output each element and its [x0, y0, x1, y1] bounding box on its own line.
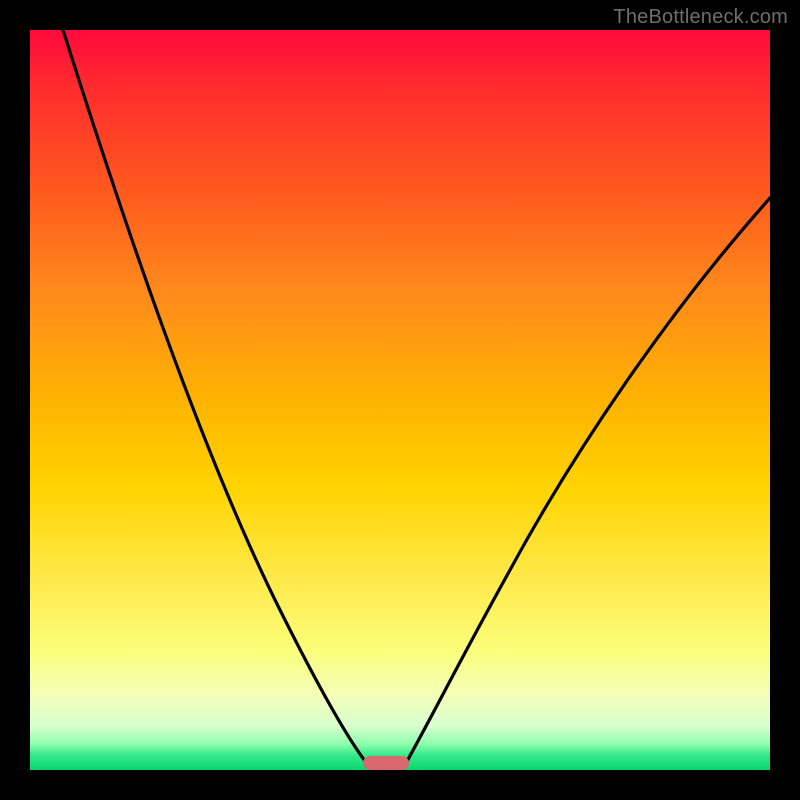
- watermark-text: TheBottleneck.com: [613, 6, 788, 29]
- plot-area: [30, 30, 770, 770]
- curve-right-branch: [402, 198, 770, 770]
- curve-left-branch: [63, 30, 372, 770]
- chart-frame: TheBottleneck.com: [0, 0, 800, 800]
- bottleneck-curve: [30, 30, 770, 770]
- vertex-marker: [363, 756, 409, 770]
